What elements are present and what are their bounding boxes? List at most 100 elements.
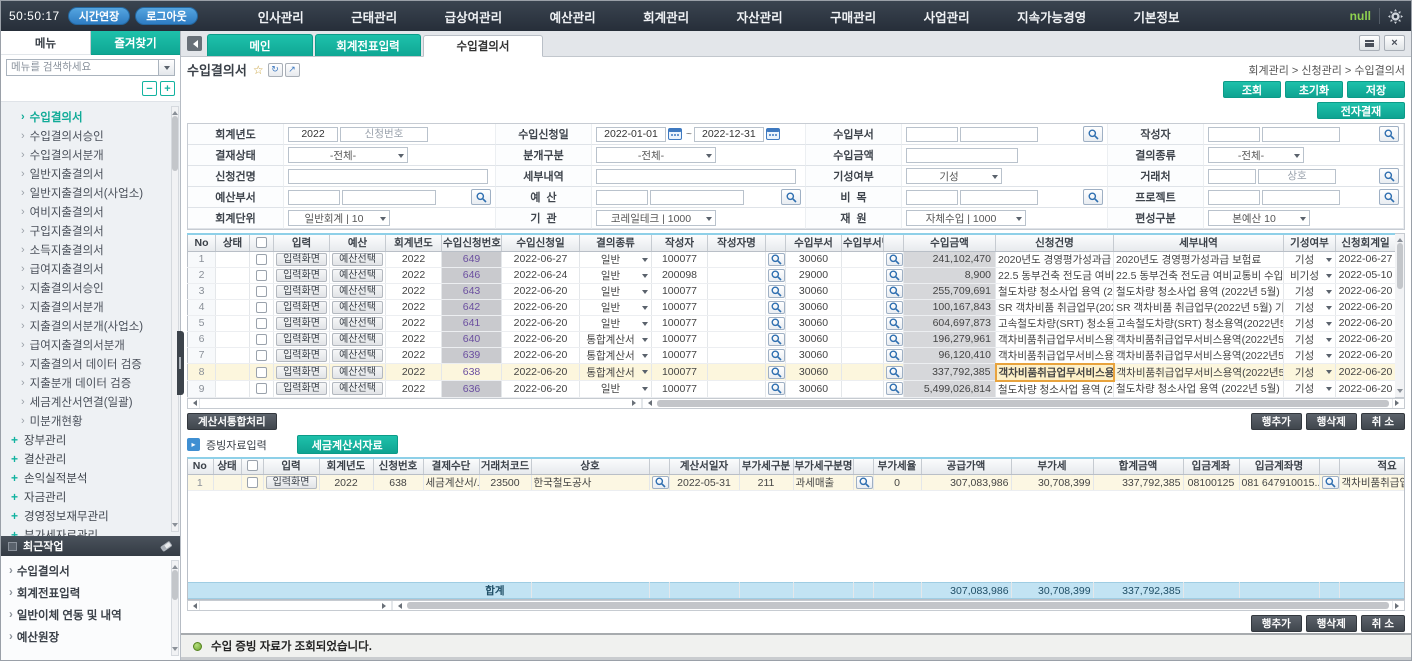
row-checkbox[interactable]: [256, 254, 267, 265]
top-menu-item[interactable]: 인사관리: [258, 7, 304, 26]
input-screen-button[interactable]: 입력화면: [266, 476, 317, 489]
sidebar-item[interactable]: ›급여지출결의서: [1, 259, 180, 278]
sidebar-item[interactable]: ›소득지출결의서: [1, 240, 180, 259]
search-lookup-button[interactable]: [471, 189, 491, 205]
sidebar-item[interactable]: ›지출결의서 데이터 검증: [1, 354, 180, 373]
sidebar-item[interactable]: ›수입결의서분개: [1, 145, 180, 164]
resolution-type-select[interactable]: 일반: [580, 299, 652, 315]
filter-select[interactable]: -전체-: [1208, 147, 1304, 163]
filter-select[interactable]: 코레일테크 | 1000: [596, 210, 716, 226]
input-screen-button[interactable]: 입력화면: [276, 253, 327, 266]
input-screen-button[interactable]: 입력화면: [276, 317, 327, 330]
search-lookup-button[interactable]: [1379, 126, 1399, 142]
search-lookup-button[interactable]: [768, 317, 785, 330]
table-row[interactable]: 3입력화면예산선택20226432022-06-20일반100077300602…: [188, 283, 1396, 299]
filter-input[interactable]: [906, 127, 958, 142]
sidebar-collapse-handle[interactable]: [177, 331, 184, 395]
input-screen-button[interactable]: 입력화면: [276, 349, 327, 362]
sidebar-item[interactable]: ›구입지출결의서: [1, 221, 180, 240]
search-lookup-button[interactable]: [886, 269, 903, 282]
sidebar-item[interactable]: ›일반지출결의서(사업소): [1, 183, 180, 202]
horizontal-scrollbar[interactable]: [187, 600, 1405, 611]
search-lookup-button[interactable]: [886, 301, 903, 314]
input-screen-button[interactable]: 입력화면: [276, 333, 327, 346]
table-row[interactable]: 7입력화면예산선택20226392022-06-20통합계산서100077300…: [188, 347, 1396, 364]
sidebar-item[interactable]: ›세금계산서연결(일괄): [1, 392, 180, 411]
reset-button[interactable]: 초기화: [1285, 81, 1343, 98]
recent-item[interactable]: ›회계전표입력: [1, 582, 180, 604]
budget-select-button[interactable]: 예산선택: [332, 349, 383, 362]
progress-select[interactable]: 기성: [1284, 315, 1336, 331]
budget-select-button[interactable]: 예산선택: [332, 253, 383, 266]
row-checkbox[interactable]: [256, 383, 267, 394]
collapse-all-button[interactable]: −: [142, 81, 157, 96]
row-delete-button[interactable]: 행삭제: [1306, 615, 1357, 632]
filter-select[interactable]: 자체수입 | 1000: [906, 210, 1026, 226]
table-row[interactable]: 4입력화면예산선택20226422022-06-20일반100077300601…: [188, 299, 1396, 315]
search-lookup-button[interactable]: [1322, 476, 1339, 489]
input-screen-button[interactable]: 입력화면: [276, 269, 327, 282]
row-checkbox[interactable]: [256, 286, 267, 297]
sidebar-group[interactable]: +장부관리: [1, 430, 180, 449]
filter-input[interactable]: [596, 169, 796, 184]
tab-scroll-left-icon[interactable]: [187, 36, 202, 51]
progress-select[interactable]: 기성: [1284, 381, 1336, 398]
input-screen-button[interactable]: 입력화면: [276, 382, 327, 395]
window-close-icon[interactable]: ×: [1384, 35, 1405, 51]
tree-scrollbar[interactable]: [171, 106, 179, 532]
top-menu-item[interactable]: 예산관리: [550, 7, 596, 26]
top-menu-item[interactable]: 근태관리: [351, 7, 397, 26]
filter-input[interactable]: [1258, 169, 1336, 184]
invoice-merge-button[interactable]: 계산서통합처리: [187, 413, 277, 430]
popup-icon[interactable]: ↗: [285, 63, 300, 77]
select-all-checkbox[interactable]: [256, 237, 267, 248]
row-add-button[interactable]: 행추가: [1251, 615, 1302, 632]
filter-input[interactable]: [288, 127, 338, 142]
filter-input[interactable]: [596, 127, 666, 142]
search-lookup-button[interactable]: [886, 382, 903, 395]
sidebar-item[interactable]: ›지출분개 데이터 검증: [1, 373, 180, 392]
sidebar-group[interactable]: +자금관리: [1, 487, 180, 506]
top-menu-item[interactable]: 회계관리: [643, 7, 689, 26]
filter-input[interactable]: [1262, 190, 1340, 205]
budget-select-button[interactable]: 예산선택: [332, 301, 383, 314]
search-lookup-button[interactable]: [768, 269, 785, 282]
table-row[interactable]: 5입력화면예산선택20226412022-06-20일반100077300606…: [188, 315, 1396, 331]
recent-item[interactable]: ›일반이체 연동 및 내역: [1, 604, 180, 626]
table-row[interactable]: 6입력화면예산선택20226402022-06-20통합계산서100077300…: [188, 331, 1396, 347]
table-row[interactable]: 2입력화면예산선택20226462022-06-24일반200098290008…: [188, 267, 1396, 283]
sidebar-item[interactable]: ›여비지출결의서: [1, 202, 180, 221]
recent-scrollbar[interactable]: [171, 560, 179, 656]
row-checkbox[interactable]: [256, 318, 267, 329]
window-menu-icon[interactable]: [1359, 35, 1380, 51]
row-checkbox[interactable]: [256, 334, 267, 345]
search-lookup-button[interactable]: [768, 253, 785, 266]
sidebar-item[interactable]: ›일반지출결의서: [1, 164, 180, 183]
top-menu-item[interactable]: 사업관리: [924, 7, 970, 26]
search-lookup-button[interactable]: [886, 317, 903, 330]
filter-input[interactable]: [1208, 127, 1260, 142]
search-lookup-button[interactable]: [886, 333, 903, 346]
search-lookup-button[interactable]: [768, 333, 785, 346]
tab-회계전표입력[interactable]: 회계전표입력: [315, 34, 421, 56]
filter-select[interactable]: -전체-: [288, 147, 408, 163]
search-lookup-button[interactable]: [886, 285, 903, 298]
search-lookup-button[interactable]: [768, 349, 785, 362]
row-checkbox[interactable]: [256, 302, 267, 313]
search-lookup-button[interactable]: [886, 349, 903, 362]
search-lookup-button[interactable]: [1379, 168, 1399, 184]
search-lookup-button[interactable]: [781, 189, 801, 205]
row-delete-button[interactable]: 행삭제: [1306, 413, 1357, 430]
table-row[interactable]: 9입력화면예산선택20226362022-06-20일반100077300605…: [188, 381, 1396, 398]
menu-search-input[interactable]: [6, 59, 158, 76]
search-lookup-button[interactable]: [1083, 126, 1103, 142]
top-menu-item[interactable]: 기본정보: [1134, 7, 1180, 26]
budget-select-button[interactable]: 예산선택: [332, 269, 383, 282]
filter-input[interactable]: [960, 127, 1038, 142]
search-lookup-button[interactable]: [886, 366, 903, 379]
sidebar-group[interactable]: +결산관리: [1, 449, 180, 468]
recent-item[interactable]: ›수입결의서: [1, 560, 180, 582]
calendar-icon[interactable]: [668, 127, 684, 142]
progress-select[interactable]: 기성: [1284, 347, 1336, 364]
tab-수입결의서[interactable]: 수입결의서: [423, 35, 543, 57]
